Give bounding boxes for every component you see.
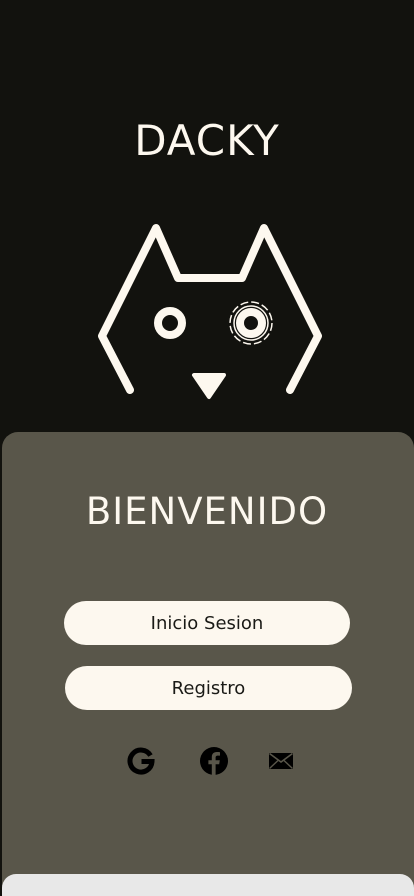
welcome-heading: BIENVENIDO <box>85 490 329 533</box>
cat-robot-logo-icon <box>98 224 322 399</box>
email-icon <box>269 752 293 770</box>
app-title: DACKY <box>134 116 280 165</box>
bottom-sheet-handle <box>2 874 414 896</box>
welcome-screen: DACKY BIENVENIDO Inicio Sesion Registro <box>0 0 414 896</box>
register-button[interactable]: Registro <box>65 666 352 710</box>
google-icon <box>127 747 155 775</box>
email-login-button[interactable] <box>264 744 298 778</box>
facebook-icon <box>200 747 228 775</box>
google-login-button[interactable] <box>124 744 158 778</box>
login-button[interactable]: Inicio Sesion <box>64 601 350 645</box>
facebook-login-button[interactable] <box>197 744 231 778</box>
